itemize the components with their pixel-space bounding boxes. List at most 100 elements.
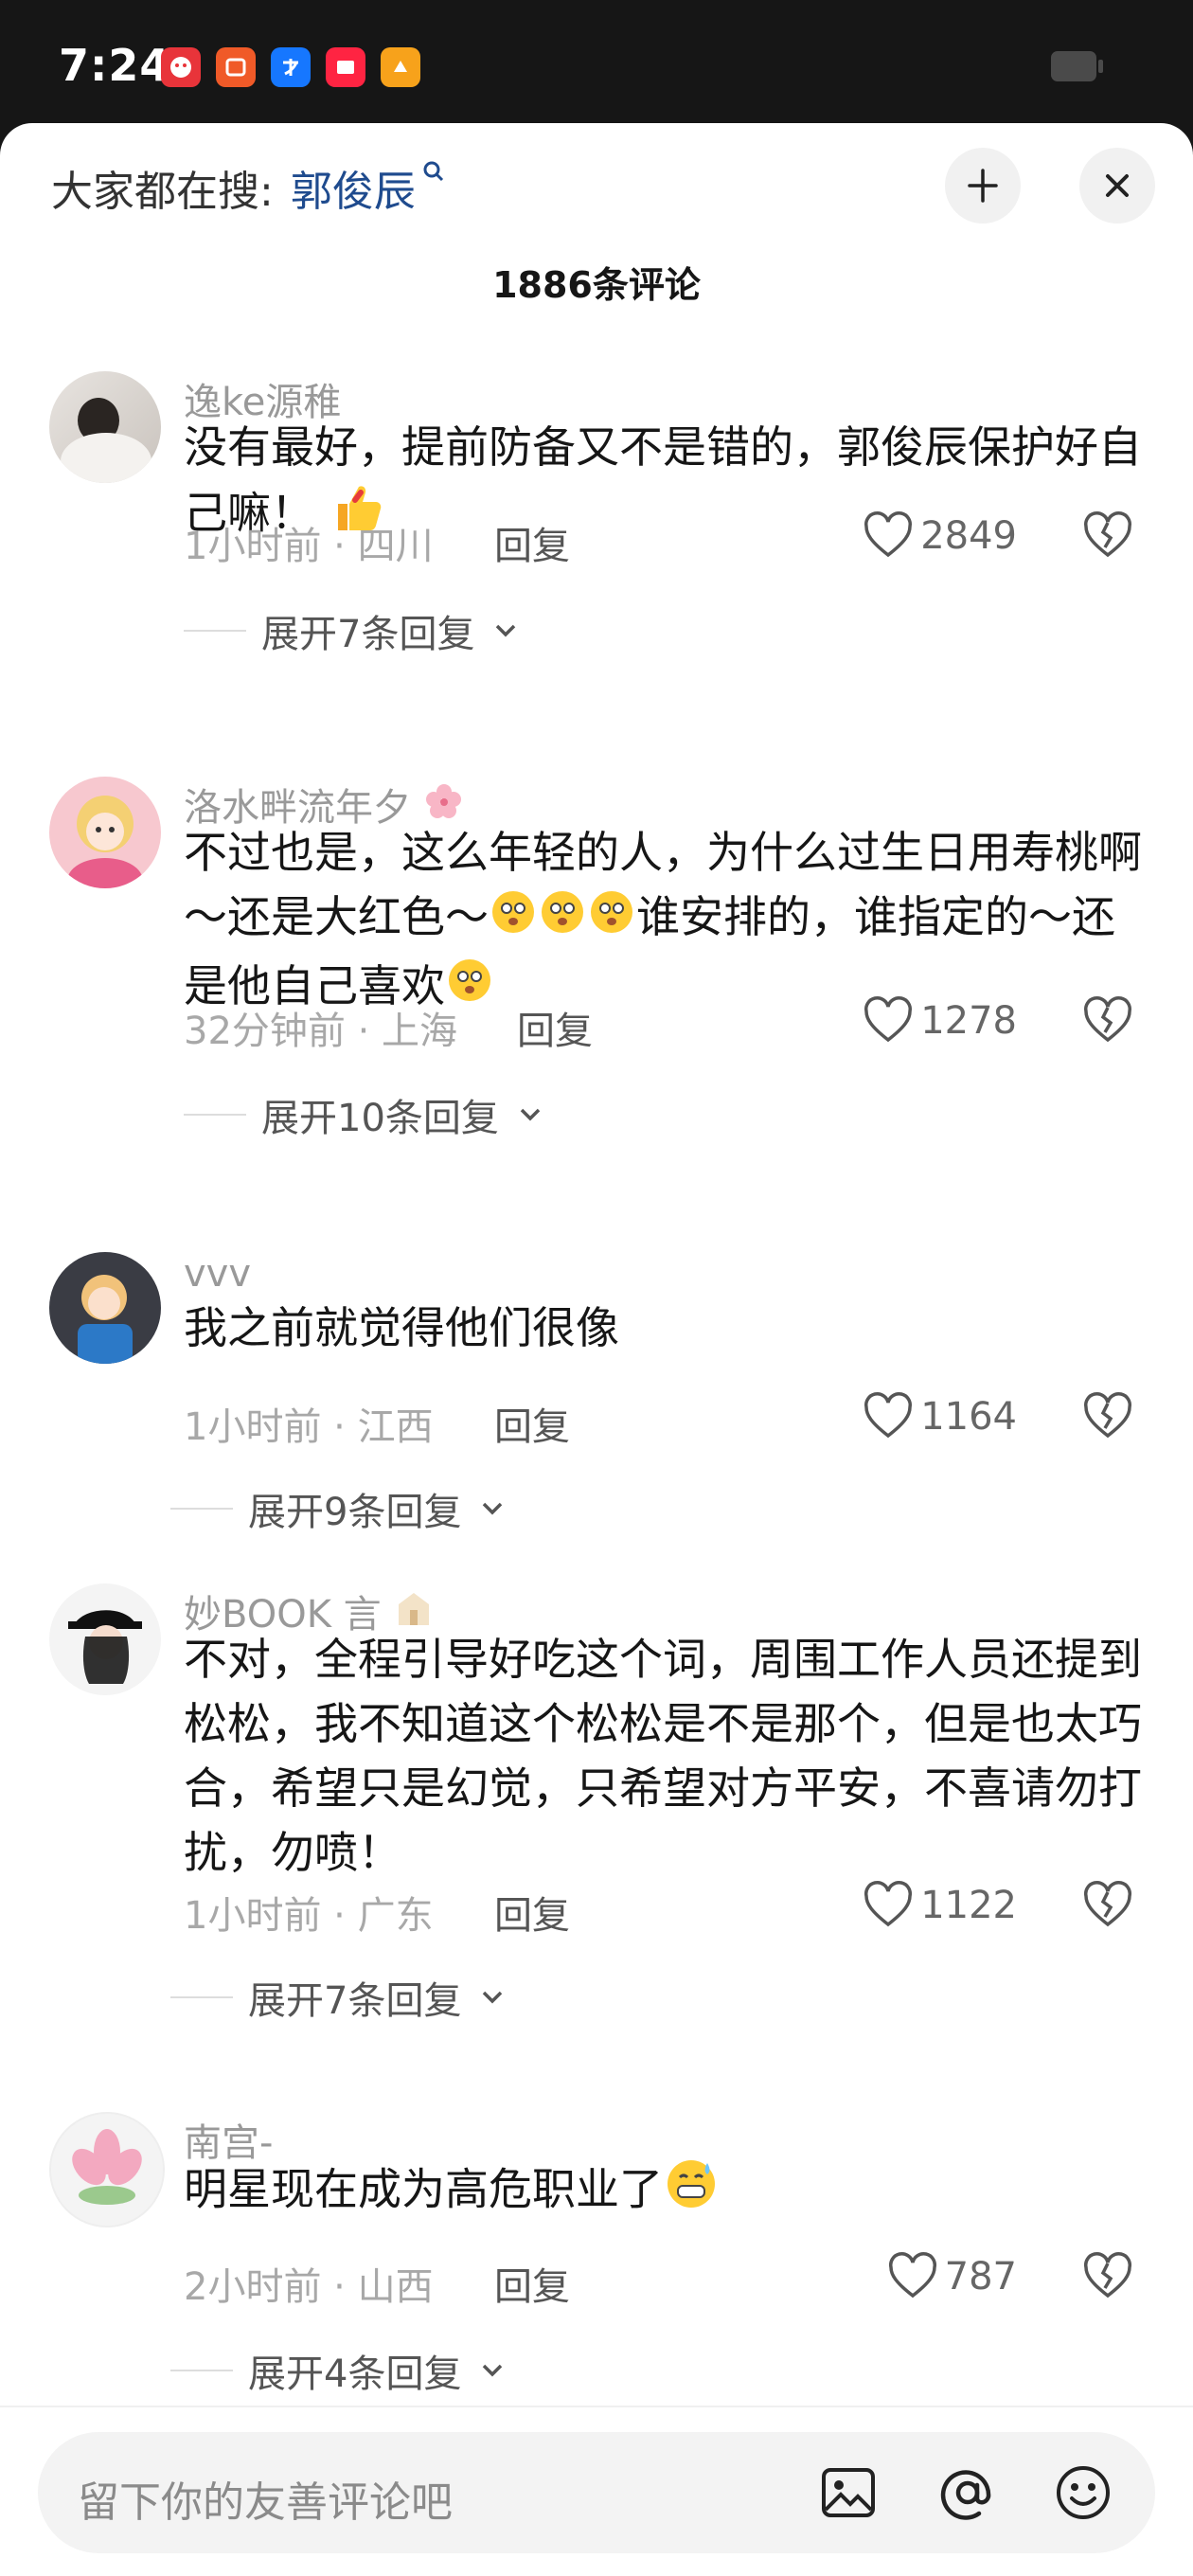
chevron-down-icon xyxy=(520,1108,541,1121)
chevron-down-icon xyxy=(483,1502,503,1515)
like-button[interactable]: 1278 xyxy=(862,994,1017,1047)
battery-icon xyxy=(1051,51,1103,81)
reply-button[interactable]: 回复 xyxy=(494,1396,570,1451)
comment-username[interactable]: vvv xyxy=(184,1252,251,1296)
reply-button[interactable]: 回复 xyxy=(494,515,570,570)
comment-time-location: 1小时前 · 四川 xyxy=(184,525,434,568)
reply-button[interactable]: 回复 xyxy=(517,1000,593,1055)
bottom-divider xyxy=(0,2406,1193,2407)
dislike-button[interactable] xyxy=(1081,1390,1134,1447)
divider-line xyxy=(170,2370,233,2371)
dislike-button[interactable] xyxy=(1081,1879,1134,1936)
notification-icons xyxy=(161,47,420,87)
expand-replies-button[interactable]: 展开9条回复 xyxy=(170,1481,508,1536)
heart-icon xyxy=(864,511,913,558)
like-button[interactable]: 787 xyxy=(886,2250,1017,2303)
collapse-button[interactable] xyxy=(945,148,1021,224)
avatar[interactable] xyxy=(49,371,161,483)
comment-item: 洛水畔流年夕 不过也是，这么年轻的人，为什么过生日用寿桃啊～还是大红色～ 谁安排的… xyxy=(0,777,1193,1155)
thinking-face-emoji-icon xyxy=(489,887,538,954)
broken-heart-icon xyxy=(1083,2252,1132,2299)
like-count: 787 xyxy=(944,2255,1017,2299)
expand-replies-button[interactable]: 展开10条回复 xyxy=(184,1087,546,1142)
dislike-button[interactable] xyxy=(1081,2250,1134,2307)
comment-time-location: 32分钟前 · 上海 xyxy=(184,1010,458,1053)
heart-icon xyxy=(864,996,913,1043)
heart-icon xyxy=(864,1881,913,1927)
search-hint[interactable]: 大家都在搜: 郭俊辰 xyxy=(51,157,446,218)
comment-text: 不对，全程引导好吃这个词，周围工作人员还提到松松，我不知道这个松松是不是那个，但… xyxy=(184,1634,1142,1878)
like-button[interactable]: 1164 xyxy=(862,1390,1017,1443)
thinking-face-emoji-icon xyxy=(587,887,636,954)
search-keyword-link[interactable]: 郭俊辰 xyxy=(291,157,416,218)
chevron-down-icon xyxy=(496,624,516,637)
avatar[interactable] xyxy=(49,1583,161,1695)
dislike-button[interactable] xyxy=(1081,510,1134,566)
comment-text: 不过也是，这么年轻的人，为什么过生日用寿桃啊～还是大红色～ 谁安排的，谁指定的～还… xyxy=(184,820,1149,1022)
comment-text: 我之前就觉得他们很像 xyxy=(184,1302,619,1353)
image-picker-button[interactable] xyxy=(814,2459,882,2531)
notification-app-icon xyxy=(161,47,201,87)
expand-replies-label: 展开9条回复 xyxy=(248,1491,462,1534)
comment-text: 明星现在成为高危职业了 xyxy=(184,2156,1149,2229)
like-button[interactable]: 2849 xyxy=(862,510,1017,563)
like-count: 1164 xyxy=(920,1395,1017,1439)
smiley-icon xyxy=(1057,2466,1110,2519)
comment-input-placeholder[interactable]: 留下你的友善评论吧 xyxy=(78,2468,453,2529)
heart-icon xyxy=(864,1392,913,1439)
xiaohongshu-icon xyxy=(326,47,365,87)
avatar[interactable] xyxy=(49,777,161,888)
reply-button[interactable]: 回复 xyxy=(494,2256,570,2311)
comment-input-bar[interactable]: 留下你的友善评论吧 xyxy=(38,2432,1155,2553)
reply-button[interactable]: 回复 xyxy=(494,1885,570,1940)
expand-replies-label: 展开7条回复 xyxy=(248,1979,462,2023)
comment-time-location: 2小时前 · 山西 xyxy=(184,2265,434,2309)
like-button[interactable]: 1122 xyxy=(862,1879,1017,1932)
expand-replies-button[interactable]: 展开7条回复 xyxy=(184,603,522,658)
divider-line xyxy=(170,1508,233,1510)
close-icon xyxy=(1106,174,1129,197)
search-hint-label: 大家都在搜: xyxy=(51,168,274,216)
chevron-down-icon xyxy=(483,1991,503,2004)
app-yellow-icon xyxy=(381,47,420,87)
comment-text-content: 明星现在成为高危职业了 xyxy=(184,2163,663,2215)
divider-line xyxy=(184,630,246,632)
close-button[interactable] xyxy=(1079,148,1155,224)
alipay-icon xyxy=(271,47,311,87)
comments-sheet: 大家都在搜: 郭俊辰 1886条评论 逸ke源稚 没有最好，提前防备又不是错的，… xyxy=(0,123,1193,2576)
broken-heart-icon xyxy=(1083,1392,1132,1439)
mention-button[interactable] xyxy=(934,2459,1002,2531)
comment-time-location: 1小时前 · 江西 xyxy=(184,1405,434,1449)
heart-icon xyxy=(888,2252,936,2299)
broken-heart-icon xyxy=(1083,511,1132,558)
divider-line xyxy=(184,1114,246,1116)
comment-item: 逸ke源稚 没有最好，提前防备又不是错的，郭俊辰保护好自己嘛！ 1小时前 · 四… xyxy=(0,371,1193,674)
search-icon xyxy=(421,159,446,190)
expand-replies-button[interactable]: 展开7条回复 xyxy=(170,1970,508,2025)
at-mention-icon xyxy=(940,2470,991,2520)
image-icon xyxy=(822,2468,875,2517)
comment-item: 妙BOOK 言 不对，全程引导好吃这个词，周围工作人员还提到松松，我不知道这个松… xyxy=(0,1583,1193,2076)
comment-item: vvv 我之前就觉得他们很像 1小时前 · 江西 回复 1164 展开9条回复 xyxy=(0,1252,1193,1555)
avatar[interactable] xyxy=(49,1252,161,1364)
like-count: 2849 xyxy=(920,514,1017,558)
comment-count: 1886条评论 xyxy=(492,264,701,306)
expand-replies-label: 展开10条回复 xyxy=(261,1097,499,1140)
collapse-icon xyxy=(968,169,998,203)
comment-time-location: 1小时前 · 广东 xyxy=(184,1894,434,1938)
status-time: 7:24 xyxy=(59,40,171,91)
emoji-button[interactable] xyxy=(1049,2459,1117,2531)
like-count: 1122 xyxy=(920,1884,1017,1927)
chevron-down-icon xyxy=(483,2364,503,2377)
broken-heart-icon xyxy=(1083,1881,1132,1927)
like-count: 1278 xyxy=(920,999,1017,1043)
expand-replies-button[interactable]: 展开4条回复 xyxy=(170,2343,508,2398)
avatar[interactable] xyxy=(49,2112,165,2227)
dislike-button[interactable] xyxy=(1081,994,1134,1051)
expand-replies-label: 展开7条回复 xyxy=(261,613,475,656)
broken-heart-icon xyxy=(1083,996,1132,1043)
thinking-face-emoji-icon xyxy=(538,887,587,954)
grimacing-sweat-emoji-icon xyxy=(663,2156,720,2229)
expand-replies-label: 展开4条回复 xyxy=(248,2352,462,2396)
divider-line xyxy=(170,1996,233,1998)
